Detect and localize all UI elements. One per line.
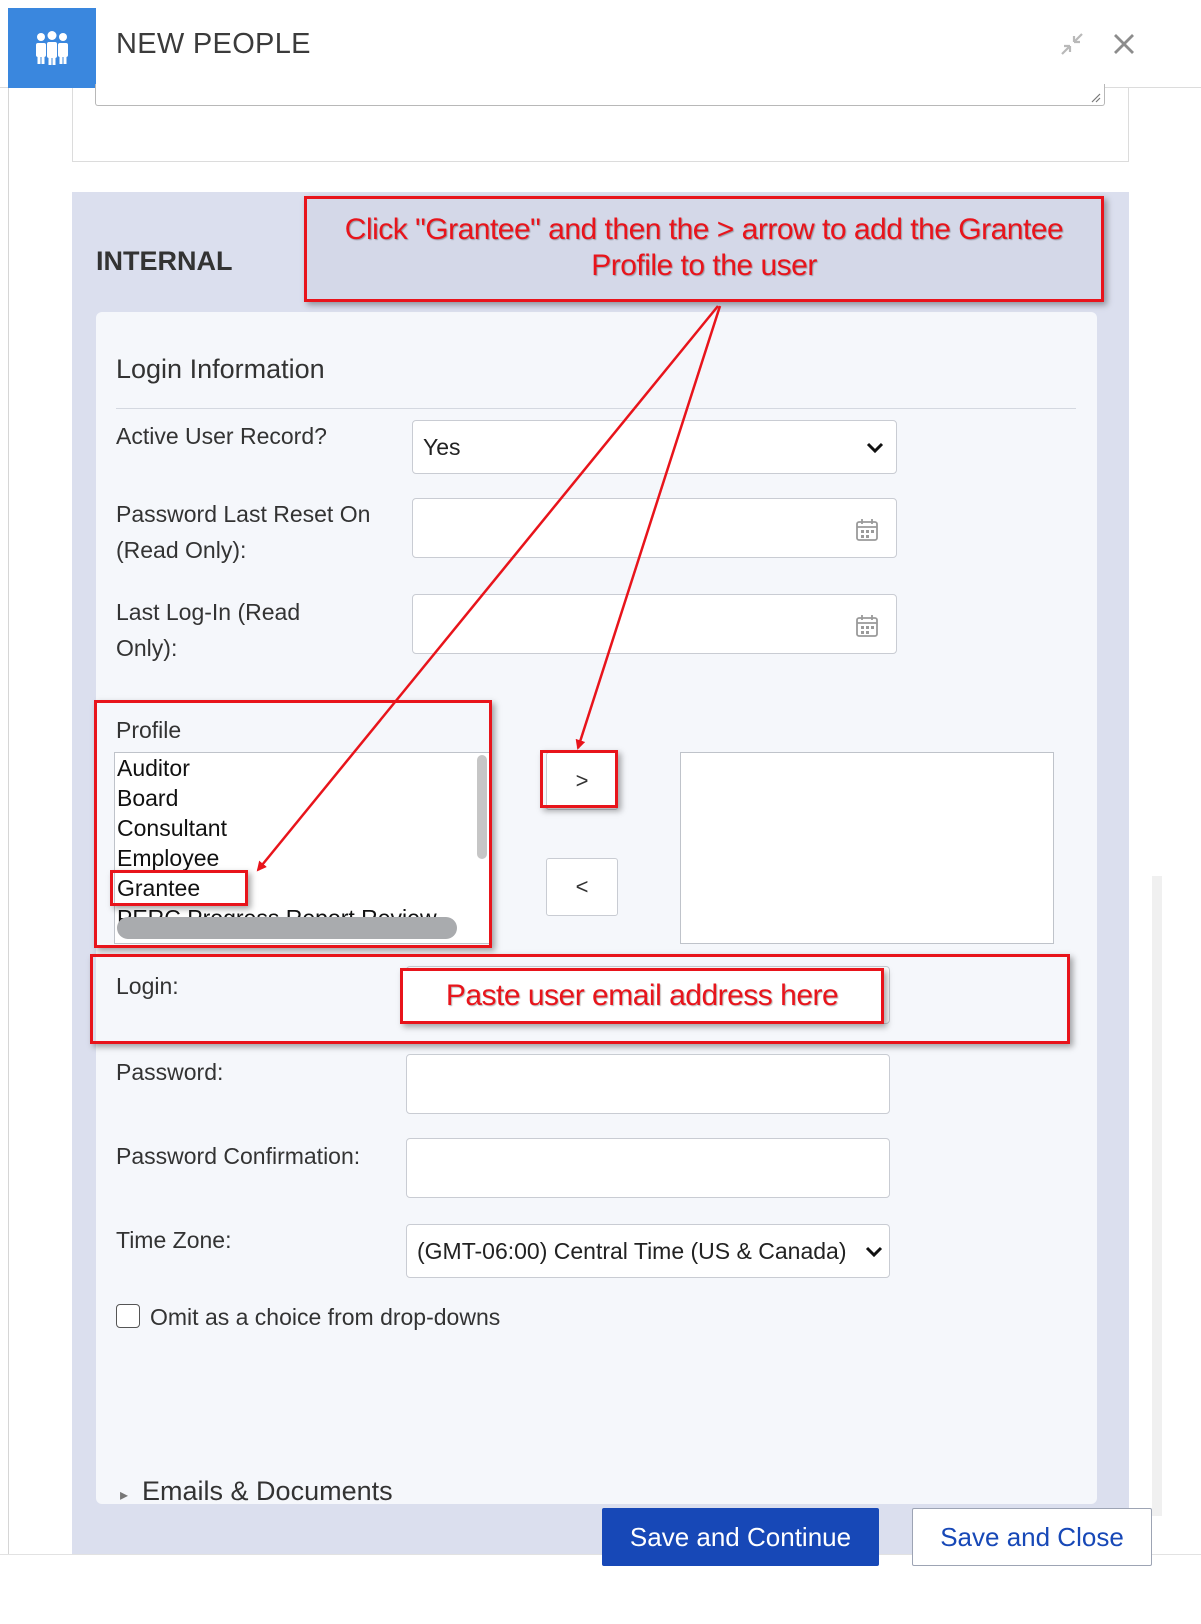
chevron-down-icon: [865, 1246, 883, 1258]
save-and-close-button[interactable]: Save and Close: [912, 1508, 1152, 1566]
timezone-value: (GMT-06:00) Central Time (US & Canada): [417, 1237, 847, 1264]
password-reset-field: [412, 498, 897, 558]
dialog-left-border: [8, 88, 9, 1554]
active-user-label: Active User Record?: [116, 423, 327, 449]
card-title: Login Information: [116, 354, 325, 384]
people-group-icon: [8, 8, 96, 88]
annotation-grantee-instruction: Click "Grantee" and then the > arrow to …: [344, 213, 1064, 282]
dialog-scrollbar[interactable]: [1152, 876, 1162, 1516]
password-reset-label: Password Last Reset On (Read Only):: [116, 501, 371, 563]
calendar-icon[interactable]: [854, 517, 880, 543]
previous-section: [72, 84, 1129, 162]
omit-label: Omit as a choice from drop-downs: [150, 1304, 501, 1330]
chevron-down-icon: [866, 442, 884, 454]
divider: [116, 408, 1076, 409]
notes-textarea[interactable]: [95, 84, 1105, 106]
annotation-box-add-button: [540, 750, 618, 808]
profile-selected-list[interactable]: [680, 752, 1054, 944]
save-and-continue-button[interactable]: Save and Continue: [602, 1508, 879, 1566]
last-login-label: Last Log-In (Read Only):: [116, 599, 301, 661]
password-label: Password:: [116, 1059, 224, 1085]
active-user-select[interactable]: Yes: [412, 420, 897, 474]
dialog-title: NEW PEOPLE: [116, 28, 311, 60]
password-confirm-label: Password Confirmation:: [116, 1143, 361, 1169]
last-login-field: [412, 594, 897, 654]
active-user-value: Yes: [423, 433, 461, 460]
annotation-box-profile: [94, 700, 492, 948]
remove-profile-button[interactable]: <: [546, 858, 618, 916]
resize-grip-icon[interactable]: [1089, 91, 1101, 103]
omit-checkbox[interactable]: [116, 1304, 140, 1328]
timezone-label: Time Zone:: [116, 1227, 232, 1253]
password-confirm-input[interactable]: [406, 1138, 890, 1198]
timezone-select[interactable]: (GMT-06:00) Central Time (US & Canada): [406, 1224, 890, 1278]
annotation-login-instruction: Paste user email address here: [445, 979, 839, 1012]
calendar-icon[interactable]: [854, 613, 880, 639]
dialog-header: NEW PEOPLE: [0, 0, 1201, 88]
close-icon[interactable]: [1106, 26, 1142, 62]
section-title: INTERNAL: [96, 246, 233, 276]
minimize-icon[interactable]: [1054, 26, 1090, 62]
annotation-box-grantee-item: [110, 870, 248, 906]
password-input[interactable]: [406, 1054, 890, 1114]
